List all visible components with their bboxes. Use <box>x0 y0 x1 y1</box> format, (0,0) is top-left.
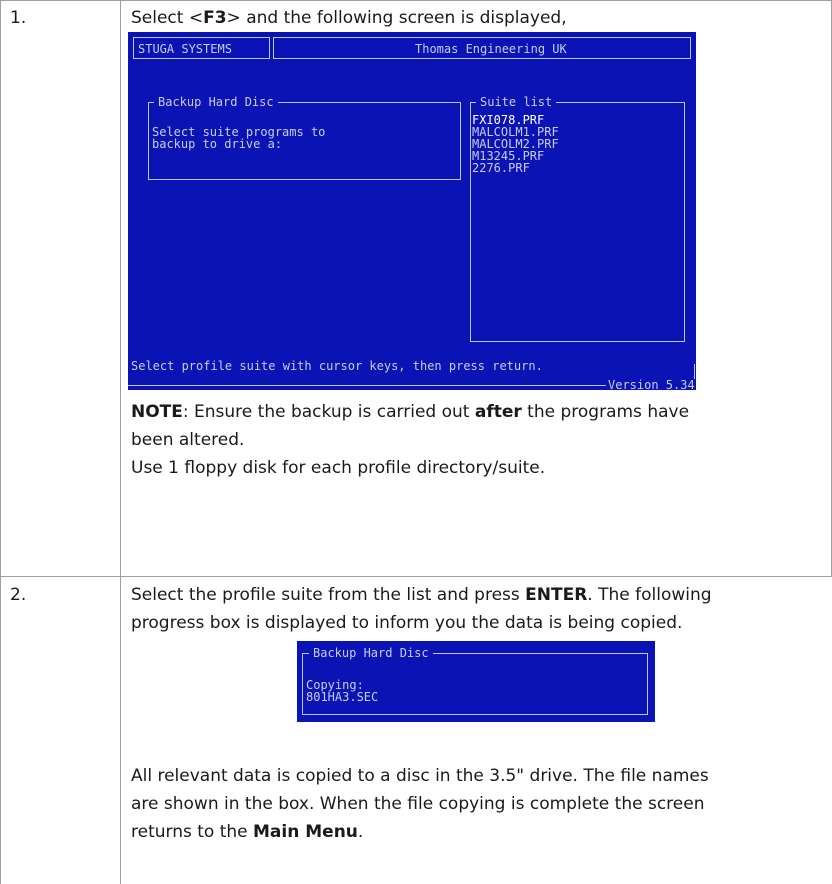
intro-text: Select < <box>131 8 204 28</box>
step-number: 2. <box>10 585 27 605</box>
current-filename: 801HA3.SEC <box>306 690 379 704</box>
note-label: NOTE <box>131 402 183 422</box>
backup-panel-title: Backup Hard Disc <box>154 96 278 108</box>
note-paragraph-cont: been altered. <box>131 430 245 450</box>
main-menu-label: Main Menu <box>253 822 358 842</box>
progress-title: Backup Hard Disc <box>309 647 433 659</box>
table-top-border <box>0 0 832 1</box>
step-2-intro-cont: progress box is displayed to inform you … <box>131 613 683 633</box>
floppy-note: Use 1 floppy disk for each profile direc… <box>131 458 546 478</box>
procedure-table: 1. Select <F3> and the following screen … <box>0 0 832 884</box>
suite-list-item[interactable]: 2276.PRF <box>472 162 530 174</box>
step-2-detail: All relevant data is copied to a disc in… <box>131 766 709 786</box>
panel-instruction: backup to drive a: <box>152 137 283 151</box>
column-divider <box>120 0 121 884</box>
company-left-label: STUGA SYSTEMS <box>138 42 232 56</box>
step-2-detail: are shown in the box. When the file copy… <box>131 794 705 814</box>
row-divider <box>0 576 832 577</box>
step-2-intro: Select the profile suite from the list a… <box>131 581 821 609</box>
intro-text: > and the following screen is displayed, <box>226 8 567 28</box>
progress-box: Backup Hard Disc Copying: 801HA3.SEC <box>297 641 655 722</box>
intro-text: Select the profile suite from the list a… <box>131 585 526 605</box>
backup-screen: STUGA SYSTEMS Thomas Engineering UK Back… <box>128 32 696 390</box>
note-text: the programs have <box>521 402 690 422</box>
step-number: 1. <box>10 8 27 28</box>
key-name: F3 <box>203 8 227 28</box>
note-text: : Ensure the backup is carried out <box>182 402 475 422</box>
detail-text: returns to the <box>131 822 254 842</box>
intro-text: . The following <box>587 585 712 605</box>
suite-list-title: Suite list <box>476 96 557 108</box>
note-emphasis: after <box>474 402 522 422</box>
step-1-intro: Select <F3> and the following screen is … <box>131 4 821 32</box>
key-name: ENTER <box>525 585 588 605</box>
step-2-detail: returns to the Main Menu. <box>131 818 821 846</box>
version-label: Version 5.34 <box>606 378 696 390</box>
note-paragraph: NOTE: Ensure the backup is carried out a… <box>131 398 821 426</box>
detail-text: . <box>357 822 364 842</box>
table-left-border <box>0 0 1 884</box>
company-right-label: Thomas Engineering UK <box>415 42 567 56</box>
status-line: Select profile suite with cursor keys, t… <box>131 359 543 373</box>
